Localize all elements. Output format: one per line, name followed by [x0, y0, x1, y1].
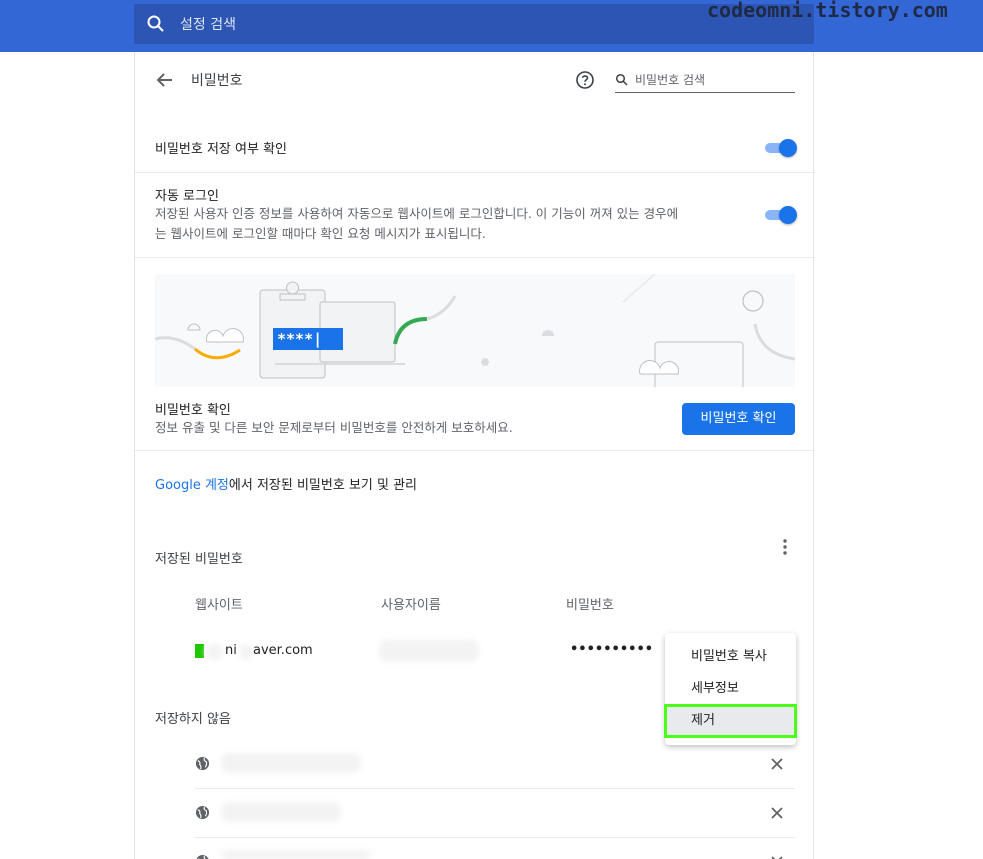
- password-checkup-illustration: ****|: [155, 274, 795, 387]
- settings-search-placeholder: 설정 검색: [180, 17, 236, 33]
- masked-password-text: ****|: [277, 330, 322, 349]
- divider: [135, 172, 815, 173]
- redacted-blur: [239, 644, 253, 660]
- saved-passwords-heading: 저장된 비밀번호: [155, 552, 243, 567]
- help-icon[interactable]: [575, 70, 595, 90]
- saved-password-mask: ••••••••••: [570, 642, 654, 657]
- page-header: 비밀번호 비밀번호 검색: [135, 62, 815, 98]
- globe-icon: [195, 805, 210, 820]
- toggle-knob: [779, 139, 797, 157]
- password-search-placeholder: 비밀번호 검색: [635, 73, 706, 87]
- page-title: 비밀번호: [191, 73, 243, 89]
- google-account-rest: 에서 저장된 비밀번호 보기 및 관리: [228, 478, 418, 493]
- search-icon: [615, 73, 628, 86]
- globe-icon: [196, 854, 209, 859]
- checkup-desc: 정보 유출 및 다른 보안 문제로부터 비밀번호를 안전하게 보호하세요.: [155, 420, 513, 435]
- more-vert-icon[interactable]: [779, 538, 791, 556]
- menu-item-copy-password[interactable]: 비밀번호 복사: [665, 641, 796, 673]
- google-account-link[interactable]: Google 계정: [155, 478, 229, 493]
- site-favicon: [195, 644, 204, 658]
- back-arrow-icon[interactable]: [153, 68, 177, 92]
- divider: [195, 788, 795, 789]
- divider: [135, 450, 815, 451]
- saved-site-suffix[interactable]: aver.com: [253, 643, 313, 658]
- saved-site-prefix[interactable]: ni: [225, 643, 237, 658]
- watermark: codeomni.tistory.com: [707, 0, 948, 22]
- offer-save-toggle[interactable]: [763, 139, 797, 157]
- passwords-card: 비밀번호 비밀번호 검색 비밀번호 저장 여부 확인 자동 로그인 저장된 사용…: [134, 52, 815, 859]
- google-account-line: Google 계정에서 저장된 비밀번호 보기 및 관리: [155, 474, 417, 493]
- checkup-title: 비밀번호 확인: [155, 403, 231, 418]
- menu-item-details[interactable]: 세부정보: [665, 673, 796, 705]
- redacted-site: [221, 802, 341, 822]
- column-password: 비밀번호: [566, 598, 614, 613]
- offer-save-label: 비밀번호 저장 여부 확인: [155, 142, 287, 157]
- close-icon[interactable]: [769, 854, 785, 859]
- illustration-graphic: ****|: [155, 274, 795, 387]
- password-search-input[interactable]: 비밀번호 검색: [615, 67, 795, 93]
- divider: [135, 257, 815, 258]
- check-passwords-button[interactable]: 비밀번호 확인: [682, 403, 795, 435]
- redacted-username: [379, 640, 479, 662]
- auto-signin-toggle[interactable]: [763, 206, 797, 224]
- auto-signin-desc-line1: 저장된 사용자 인증 정보를 사용하여 자동으로 웹사이트에 로그인합니다. 이…: [155, 206, 679, 221]
- close-icon[interactable]: [769, 805, 785, 821]
- auto-signin-label: 자동 로그인: [155, 189, 219, 204]
- redacted-site: [221, 753, 361, 773]
- search-icon: [147, 15, 164, 32]
- never-saved-heading: 저장하지 않음: [155, 712, 231, 727]
- auto-signin-desc-line2: 는 웹사이트에 로그인할 때마다 확인 요청 메시지가 표시됩니다.: [155, 226, 486, 241]
- top-toolbar: 설정 검색 codeomni.tistory.com: [0, 0, 983, 52]
- menu-item-remove[interactable]: 제거: [664, 704, 797, 738]
- column-username: 사용자이름: [381, 598, 441, 613]
- redacted-site: [221, 850, 371, 859]
- redacted-blur: [205, 644, 223, 660]
- close-icon[interactable]: [769, 756, 785, 772]
- password-context-menu: 비밀번호 복사 세부정보 제거: [664, 633, 797, 745]
- divider: [195, 837, 795, 838]
- toggle-knob: [779, 206, 797, 224]
- column-website: 웹사이트: [195, 598, 243, 613]
- globe-icon: [195, 756, 210, 771]
